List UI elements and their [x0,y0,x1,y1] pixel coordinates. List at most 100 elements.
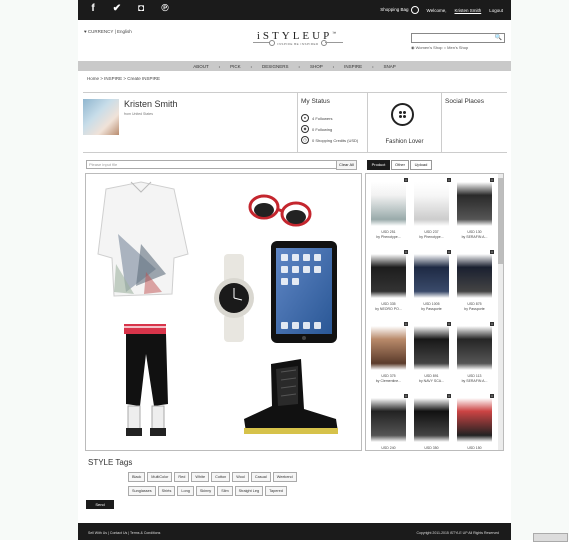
file-url-input[interactable]: Please input file [86,160,340,169]
product-brand[interactable]: by Passporte [455,307,494,311]
currency-language-selector[interactable]: ♥ CURRENCY | English [84,29,132,34]
product-image[interactable] [457,398,492,442]
style-tag[interactable]: Sunglasses [128,486,156,496]
clear-all-button[interactable]: Clear All [336,160,357,170]
remove-product-icon[interactable]: × [447,394,451,398]
product-card[interactable]: × USD 335 by NEORO PO... [369,250,408,316]
style-tag[interactable]: Weekend [272,472,297,482]
product-brand[interactable]: by Clementine... [369,379,408,383]
product-card[interactable]: × USD 375 by Clementine... [369,322,408,388]
nav-item-snap[interactable]: SNAP [384,64,396,69]
remove-product-icon[interactable]: × [404,322,408,326]
product-card[interactable]: × USD 113 by SERAFIN A... [455,322,494,388]
following-row[interactable]: ◆ 0 Following [301,125,332,133]
remove-product-icon[interactable]: × [490,322,494,326]
facebook-icon[interactable]: f [88,3,98,14]
twitter-icon[interactable]: ✔ [112,3,122,14]
product-brand[interactable]: by SERAFIN A... [455,379,494,383]
product-card[interactable]: × USD 237 by Phenotype... [412,178,451,244]
remove-product-icon[interactable]: × [404,250,408,254]
style-tag[interactable]: Red [174,472,190,482]
style-tag[interactable]: MultiColor [147,472,173,482]
product-image[interactable] [457,182,492,226]
style-tag[interactable]: Black [128,472,146,482]
nav-item-about[interactable]: ABOUT [193,64,209,69]
scrollbar-thumb[interactable] [498,178,503,264]
breadcrumb[interactable]: Home > INSPIRE > Create INSPIRE [87,76,160,81]
product-card[interactable]: ×USD 150by WHITE BLA... [455,394,494,450]
nav-item-inspire[interactable]: INSPIRE [344,64,362,69]
style-tag[interactable]: Shirts [157,486,176,496]
style-tag[interactable]: Skinny [195,486,216,496]
product-card[interactable]: × USD 1005 by Passporte [412,250,451,316]
remove-product-icon[interactable]: × [447,322,451,326]
product-image[interactable] [371,254,406,298]
product-card[interactable]: × USD 891 by NAVY SCA... [412,322,451,388]
boots-item[interactable] [244,359,338,434]
nav-item-pick[interactable]: PICK [230,64,241,69]
remove-product-icon[interactable]: × [490,250,494,254]
site-logo[interactable]: iSTYLEUP™ INSPIRE BE INSPIRED [253,30,343,46]
user-name-link[interactable]: Kristen Smith [454,8,481,13]
product-scrollbar[interactable] [498,174,503,450]
product-brand[interactable]: by SERAFIN A... [455,235,494,239]
footer-links[interactable]: Sell With Us | Contact Us | Terms & Cond… [88,531,160,535]
style-tag[interactable]: Straight Leg [234,486,264,496]
product-image[interactable] [414,398,449,442]
product-brand[interactable]: by Phenotype... [369,235,408,239]
style-tag[interactable]: Tapered [265,486,287,496]
product-image[interactable] [414,182,449,226]
followers-row[interactable]: ● 4 Followers [301,114,332,122]
black-jeans-item[interactable] [124,324,168,436]
tab-upload[interactable]: Upload [410,160,432,170]
credits-row[interactable]: ◷ 0 Shopping Credits (USD) [301,136,361,144]
remove-product-icon[interactable]: × [404,394,408,398]
product-card[interactable]: × USD 130 by SERAFIN A... [455,178,494,244]
product-image[interactable] [414,254,449,298]
logout-link[interactable]: Logout [489,8,503,13]
remove-product-icon[interactable]: × [404,178,408,182]
pinterest-icon[interactable]: ℗ [160,3,170,14]
product-image[interactable] [371,326,406,370]
product-brand[interactable]: by NEORO PO... [369,307,408,311]
product-brand[interactable]: by Passporte [412,307,451,311]
product-image[interactable] [457,254,492,298]
product-image[interactable] [457,326,492,370]
product-card[interactable]: ×USD 350by Clementine... [412,394,451,450]
remove-product-icon[interactable]: × [490,394,494,398]
product-image[interactable] [371,398,406,442]
remove-product-icon[interactable]: × [447,178,451,182]
avatar[interactable] [83,99,119,135]
inspire-canvas[interactable] [85,173,362,451]
style-tag[interactable]: Slim [217,486,233,496]
instagram-icon[interactable]: ◘ [136,3,146,14]
remove-product-icon[interactable]: × [490,178,494,182]
style-tag[interactable]: Long [177,486,194,496]
product-card[interactable]: × USD 875 by Passporte [455,250,494,316]
nav-item-designers[interactable]: DESIGNERS [262,64,289,69]
tablet-item[interactable] [271,241,337,343]
shopping-bag-link[interactable]: Shopping Bag [380,6,419,14]
search-icon[interactable]: 🔍 [495,34,502,41]
tab-other[interactable]: Other [391,160,409,170]
style-tag[interactable]: Casual [250,472,271,482]
product-brand[interactable]: by Phenotype... [412,235,451,239]
send-button[interactable]: Send [86,500,114,509]
product-image[interactable] [414,326,449,370]
watch-item[interactable] [214,254,254,342]
page-corner-button[interactable] [533,533,568,542]
product-brand[interactable]: by NAVY SCA... [412,379,451,383]
remove-product-icon[interactable]: × [447,250,451,254]
product-card[interactable]: × USD 251 by Phenotype... [369,178,408,244]
nav-item-shop[interactable]: SHOP [310,64,323,69]
search-input[interactable]: 🔍 [411,33,505,43]
style-tag[interactable]: Wool [232,472,249,482]
style-tag[interactable]: White [191,472,210,482]
product-card[interactable]: ×USD 240by SERAFIN A... [369,394,408,450]
tab-product[interactable]: Product [367,160,390,170]
sunglasses-item[interactable] [248,194,312,227]
product-image[interactable] [371,182,406,226]
style-tag[interactable]: Cotton [211,472,231,482]
white-shirt-item[interactable] [97,181,189,297]
shop-type-selector[interactable]: ◉ Women's Shop ○ Men's Shop [411,45,468,50]
